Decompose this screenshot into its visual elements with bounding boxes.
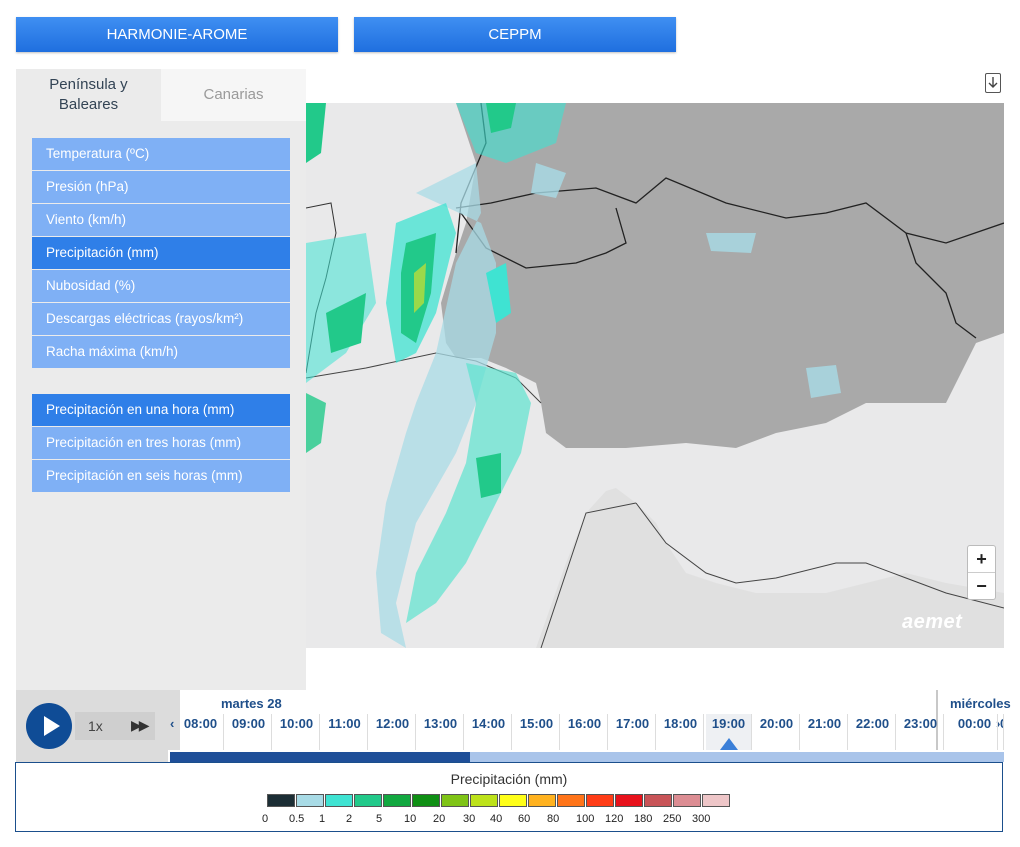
legend-swatch <box>354 794 382 807</box>
hour-item[interactable]: 23:00 <box>898 714 944 750</box>
hour-item[interactable]: 08:00 <box>178 714 224 750</box>
variable-item-nubosidad[interactable]: Nubosidad (%) <box>32 270 290 302</box>
hour-item[interactable]: 09:00 <box>226 714 272 750</box>
variable-item-viento[interactable]: Viento (km/h) <box>32 204 290 236</box>
hour-item[interactable]: 11:00 <box>322 714 368 750</box>
legend-swatch <box>412 794 440 807</box>
hour-item[interactable]: 16:00 <box>562 714 608 750</box>
legend-swatch <box>383 794 411 807</box>
variable-item-racha[interactable]: Racha máxima (km/h) <box>32 336 290 368</box>
legend-swatch <box>296 794 324 807</box>
legend-swatch <box>615 794 643 807</box>
legend-level-label: 120 <box>605 813 624 825</box>
timeline-bar: 1x ▶▶ martes 28 miércoles ‹ › 08:00 09:00… <box>16 690 1011 762</box>
legend-level-label: 60 <box>518 813 531 825</box>
download-icon[interactable] <box>985 73 1001 93</box>
hour-item[interactable]: 18:00 <box>658 714 704 750</box>
legend-swatch <box>267 794 295 807</box>
legend-level-label: 30 <box>463 813 476 825</box>
legend-swatch <box>586 794 614 807</box>
speed-selector[interactable]: 1x ▶▶ <box>75 712 155 740</box>
sidebar: Península y Baleares Canarias Temperatur… <box>16 69 306 690</box>
forecast-map[interactable]: + − aemet <box>306 103 1004 648</box>
legend-swatch <box>673 794 701 807</box>
variable-item-temperatura[interactable]: Temperatura (ºC) <box>32 138 290 170</box>
subvariable-item-3h[interactable]: Precipitación en tres horas (mm) <box>32 427 290 459</box>
legend-level-label: 5 <box>376 813 383 825</box>
hour-item[interactable]: 13:00 <box>418 714 464 750</box>
legend-level-label: 100 <box>576 813 595 825</box>
region-tabs: Península y Baleares Canarias <box>16 69 306 121</box>
hour-item[interactable]: 12:00 <box>370 714 416 750</box>
aemet-logo: aemet <box>902 611 963 633</box>
legend-swatch <box>470 794 498 807</box>
legend-level-label: 2 <box>346 813 353 825</box>
tab-canarias[interactable]: Canarias <box>161 69 306 121</box>
subvariable-item-6h[interactable]: Precipitación en seis horas (mm) <box>32 460 290 492</box>
variable-item-descargas[interactable]: Descargas eléctricas (rayos/km²) <box>32 303 290 335</box>
legend-title: Precipitación (mm) <box>450 771 568 787</box>
legend-level-label: 10 <box>404 813 417 825</box>
variable-item-precipitacion[interactable]: Precipitación (mm) <box>32 237 290 269</box>
legend-swatch <box>441 794 469 807</box>
legend-level-label: 300 <box>692 813 711 825</box>
subvariable-list: Precipitación en una hora (mm) Precipita… <box>32 394 290 493</box>
legend-level-label: 20 <box>433 813 446 825</box>
day-label-miercoles: miércoles <box>950 696 1011 711</box>
legend-swatch <box>499 794 527 807</box>
legend-level-label: 1 <box>319 813 326 825</box>
zoom-control: + − <box>967 545 996 600</box>
play-button[interactable] <box>26 703 72 749</box>
hour-item[interactable]: 17:00 <box>610 714 656 750</box>
legend-swatch <box>644 794 672 807</box>
legend-swatch <box>528 794 556 807</box>
legend-swatch <box>557 794 585 807</box>
model-ceppm-button[interactable]: CEPPM <box>354 17 676 52</box>
progress-fill <box>170 752 471 762</box>
legend-level-label: 80 <box>547 813 560 825</box>
subvariable-item-1h[interactable]: Precipitación en una hora (mm) <box>32 394 290 426</box>
variable-list: Temperatura (ºC) Presión (hPa) Viento (k… <box>32 138 290 369</box>
hour-item[interactable]: 19:00 <box>706 714 752 750</box>
legend-level-label: 40 <box>490 813 503 825</box>
legend-swatch <box>702 794 730 807</box>
zoom-in-button[interactable]: + <box>968 546 995 572</box>
hour-item[interactable]: 15:00 <box>514 714 560 750</box>
hour-item[interactable]: 20:00 <box>754 714 800 750</box>
legend-swatches <box>267 794 731 807</box>
legend-level-label: 0.5 <box>289 813 305 825</box>
map-image <box>306 103 1004 648</box>
hour-item[interactable]: 00:00 <box>952 714 998 750</box>
progress-track[interactable] <box>170 752 1004 762</box>
hour-item[interactable]: 14:00 <box>466 714 512 750</box>
fast-forward-icon[interactable]: ▶▶ <box>131 717 149 734</box>
hour-item[interactable]: 21:00 <box>802 714 848 750</box>
speed-label: 1x <box>88 718 103 734</box>
day-label-martes: martes 28 <box>221 696 282 711</box>
tab-peninsula[interactable]: Península y Baleares <box>16 69 161 121</box>
hour-item[interactable]: 22:00 <box>850 714 896 750</box>
variable-item-presion[interactable]: Presión (hPa) <box>32 171 290 203</box>
legend-level-label: 180 <box>634 813 653 825</box>
precipitation-legend: Precipitación (mm) 0 0.5 1 2 5 10 20 30 40 60 80 10… <box>15 762 1003 832</box>
zoom-out-button[interactable]: − <box>968 572 995 599</box>
legend-level-label: 0 <box>262 813 269 825</box>
scroll-left-icon[interactable]: ‹ <box>170 716 174 731</box>
hour-item[interactable]: 01:00 <box>1000 714 1004 750</box>
hour-scroller[interactable]: martes 28 miércoles ‹ › 08:00 09:00 10:00 1… <box>168 690 1011 762</box>
model-harmonie-button[interactable]: HARMONIE-AROME <box>16 17 338 52</box>
hour-item[interactable]: 10:00 <box>274 714 320 750</box>
legend-level-label: 250 <box>663 813 682 825</box>
legend-swatch <box>325 794 353 807</box>
